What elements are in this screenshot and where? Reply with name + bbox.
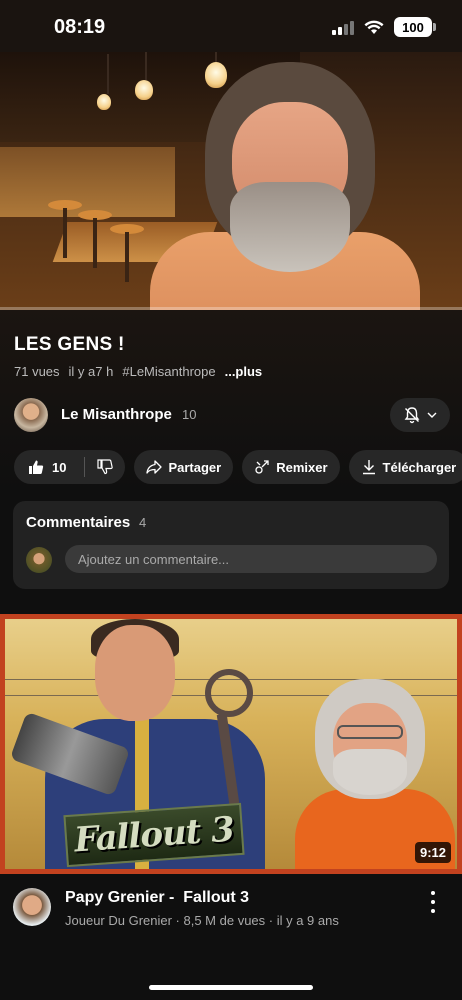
comments-panel[interactable]: Commentaires 4 Ajoutez un commentaire... [13,501,449,589]
like-dislike-group: 10 [14,450,126,484]
remix-icon [255,460,269,474]
more-link[interactable]: ...plus [225,364,263,379]
battery-icon: 100 [394,17,436,37]
home-indicator[interactable] [149,985,313,990]
presenter [150,62,420,310]
thumbs-down-icon [97,459,114,475]
comment-input[interactable]: Ajoutez un commentaire... [65,545,437,573]
share-label: Partager [168,459,222,475]
channel-row[interactable]: Le Misanthrope 10 [14,398,450,434]
section-separator [0,600,462,614]
video-info: LES GENS ! 71 vues il y a7 h #LeMisanthr… [0,310,462,610]
player-scene-bar [0,147,175,217]
video-duration: 9:12 [414,842,451,863]
like-button[interactable]: 10 [14,450,78,484]
upload-age: il y a7 h [68,364,114,379]
status-time: 08:19 [54,16,106,38]
download-button[interactable]: Télécharger [348,450,462,484]
bar-stool [110,224,144,282]
pendant-lamp [97,54,111,110]
chevron-down-icon [427,412,437,418]
bar-stool [48,200,82,258]
status-bar: 08:19 100 [0,0,462,52]
recommended-thumbnail[interactable]: Fallout 3 9:12 [0,614,462,874]
recommended-title[interactable]: Papy Grenier - Fallout 3 [65,889,249,907]
video-meta[interactable]: 71 vues il y a7 h #LeMisanthrope ...plus [14,364,271,379]
video-title[interactable]: LES GENS ! [14,334,125,356]
thumbs-up-icon [29,460,44,474]
comments-count: 4 [139,515,147,530]
comments-title: Commentaires [26,514,131,531]
recommended-info: Papy Grenier - Fallout 3 Joueur Du Greni… [0,874,462,1000]
battery-level: 100 [402,19,424,35]
channel-avatar[interactable] [14,398,48,432]
remix-button[interactable]: Remixer [242,450,340,484]
share-icon [146,460,163,474]
view-count: 71 vues [14,364,60,379]
subscriber-count: 10 [182,407,197,422]
remix-label: Remixer [276,459,328,475]
download-icon [362,460,375,475]
download-label: Télécharger [382,459,457,475]
signal-icon [332,19,354,35]
dislike-button[interactable] [84,457,125,477]
bar-stool [78,210,112,268]
recommended-meta: Joueur Du Grenier · 8,5 M de vues · il y… [65,913,339,928]
recommended-channel-avatar[interactable] [13,888,51,926]
fallout-logo-text: Fallout 3 [72,809,236,861]
like-count: 10 [52,459,67,475]
action-bar: 10 Partager Remixer Télécharger [14,450,462,484]
notification-bell-button[interactable] [390,398,450,432]
user-avatar [26,547,52,573]
key-prop [205,669,253,717]
status-icons: 100 [332,17,436,37]
bell-off-icon [404,407,420,424]
more-options-icon[interactable] [426,891,440,913]
channel-name[interactable]: Le Misanthrope [61,406,172,423]
share-button[interactable]: Partager [134,450,234,484]
video-player[interactable] [0,52,462,310]
hashtag-link[interactable]: #LeMisanthrope [122,364,215,379]
wifi-icon [364,20,384,34]
